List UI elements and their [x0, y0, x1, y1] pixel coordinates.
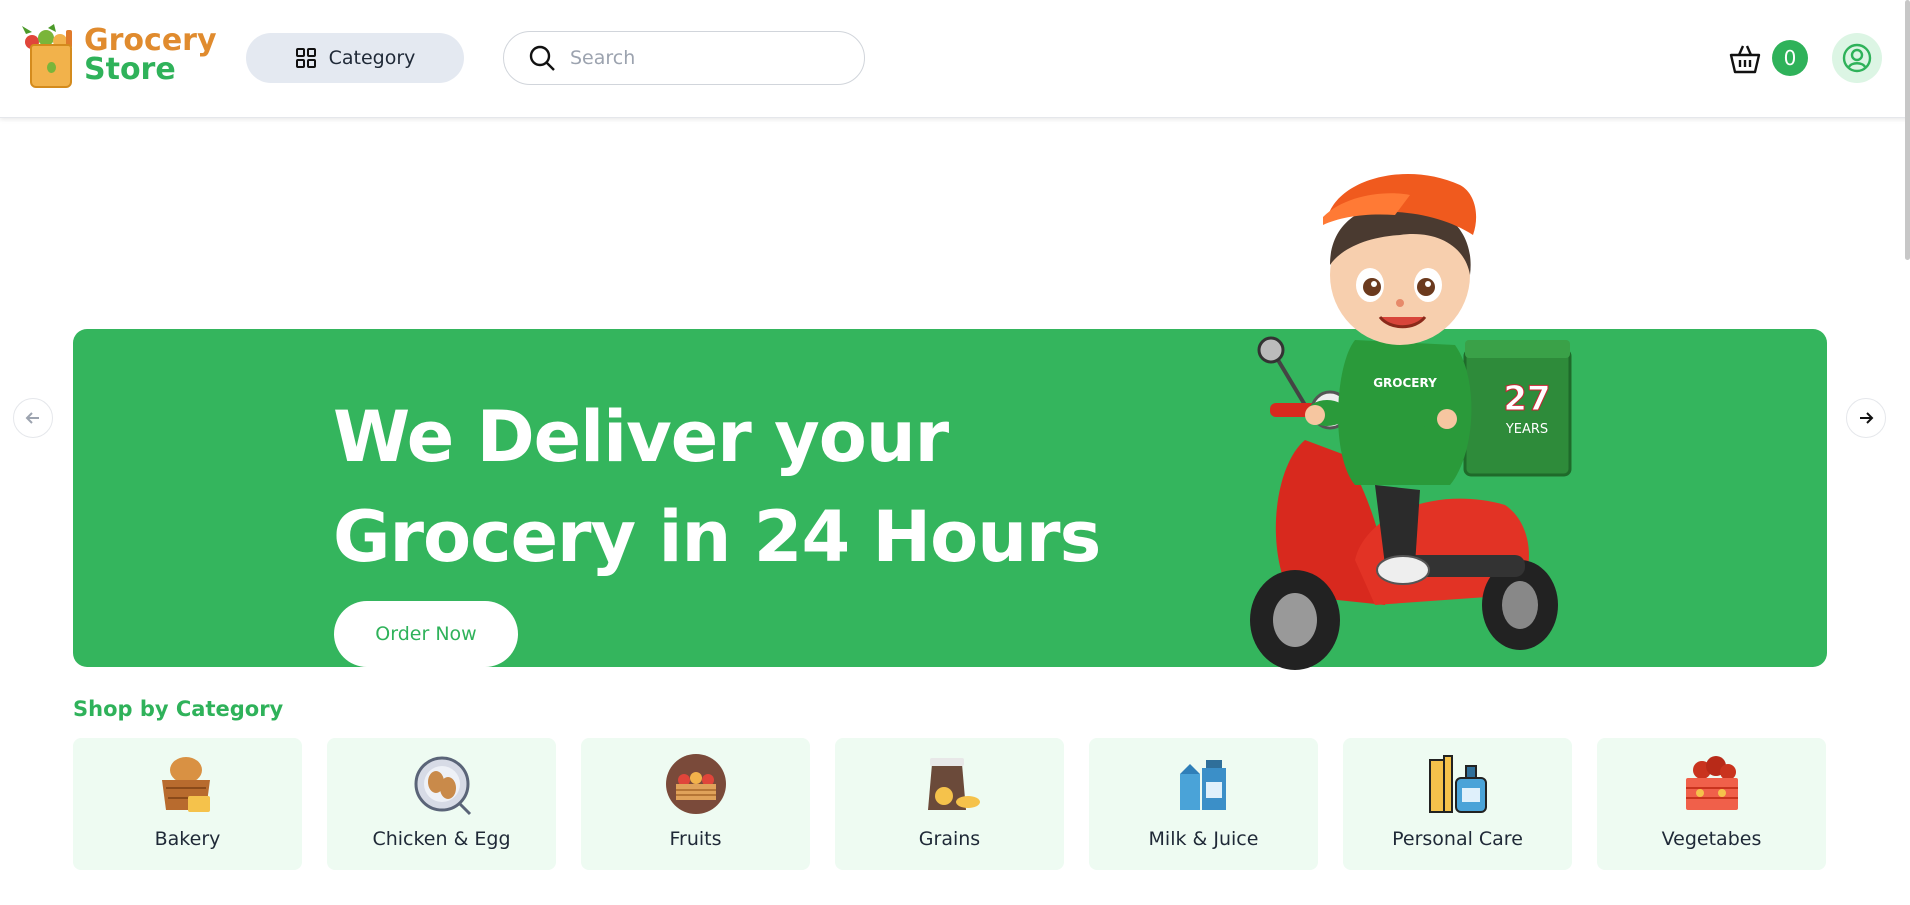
personal-care-bottles-icon [1429, 755, 1487, 813]
page: Grocery Store Category 0 [0, 0, 1910, 905]
category-card-chicken-egg[interactable]: Chicken & Egg [327, 738, 556, 870]
category-card-personal-care[interactable]: Personal Care [1343, 738, 1572, 870]
grid-icon [295, 48, 316, 68]
vegetable-crate-icon [1686, 756, 1738, 810]
carousel-next-button[interactable] [1846, 398, 1886, 438]
arrow-right-icon [1860, 412, 1874, 424]
hoodie-text: GROCERY [1373, 376, 1437, 390]
shop-by-category-title: Shop by Category [73, 697, 284, 721]
category-card-bakery[interactable]: Bakery [73, 738, 302, 870]
store-logo[interactable]: Grocery Store [18, 20, 217, 92]
category-label: Personal Care [1392, 828, 1523, 850]
category-label: Vegetabes [1661, 828, 1762, 850]
search-icon [529, 45, 555, 71]
arrow-left-icon [25, 412, 39, 424]
milk-carton-icon [1180, 760, 1226, 810]
category-label: Bakery [154, 828, 221, 850]
category-card-grains[interactable]: Grains [835, 738, 1064, 870]
category-card-fruits[interactable]: Fruits [581, 738, 810, 870]
category-button[interactable]: Category [246, 33, 464, 83]
box-subtext: YEARS [1505, 422, 1548, 437]
user-icon [1842, 43, 1872, 73]
fruit-crate-icon [666, 754, 726, 814]
hero-title-line-2: Grocery in 24 Hours [333, 496, 1101, 578]
search-bar[interactable] [503, 31, 865, 85]
category-label: Milk & Juice [1148, 828, 1259, 850]
hero-title-line-1: We Deliver your [333, 396, 949, 478]
order-now-button[interactable]: Order Now [334, 601, 518, 667]
category-label: Grains [918, 828, 981, 850]
category-card-vegetables[interactable]: Vegetabes [1597, 738, 1826, 870]
box-number: 27 [1503, 379, 1550, 419]
search-input[interactable] [570, 47, 830, 69]
top-header: Grocery Store Category 0 [0, 0, 1910, 118]
carousel-prev-button[interactable] [13, 398, 53, 438]
logo-bag-icon [30, 44, 72, 88]
delivery-rider-illustration: 27 YEARS GROCERY [1250, 173, 1572, 670]
category-list: Bakery Chicken & Egg Fruits Grains Milk … [73, 738, 1827, 870]
category-label: Category [328, 47, 416, 69]
user-account-button[interactable] [1832, 33, 1882, 83]
chicken-plate-icon [414, 756, 472, 816]
grain-sack-icon [928, 758, 980, 810]
bakery-basket-icon [162, 757, 210, 812]
category-label: Chicken & Egg [372, 828, 511, 850]
cart-count-badge[interactable]: 0 [1772, 40, 1808, 76]
category-card-milk-juice[interactable]: Milk & Juice [1089, 738, 1318, 870]
logo-line-2: Store [84, 52, 176, 87]
hero-title: We Deliver your Grocery in 24 Hours [333, 387, 1133, 587]
logo-text: Grocery Store [84, 23, 217, 87]
basket-icon[interactable] [1728, 42, 1762, 76]
logo-line-1: Grocery [84, 23, 217, 58]
page-scrollbar[interactable] [1905, 0, 1910, 260]
category-label: Fruits [669, 828, 722, 850]
